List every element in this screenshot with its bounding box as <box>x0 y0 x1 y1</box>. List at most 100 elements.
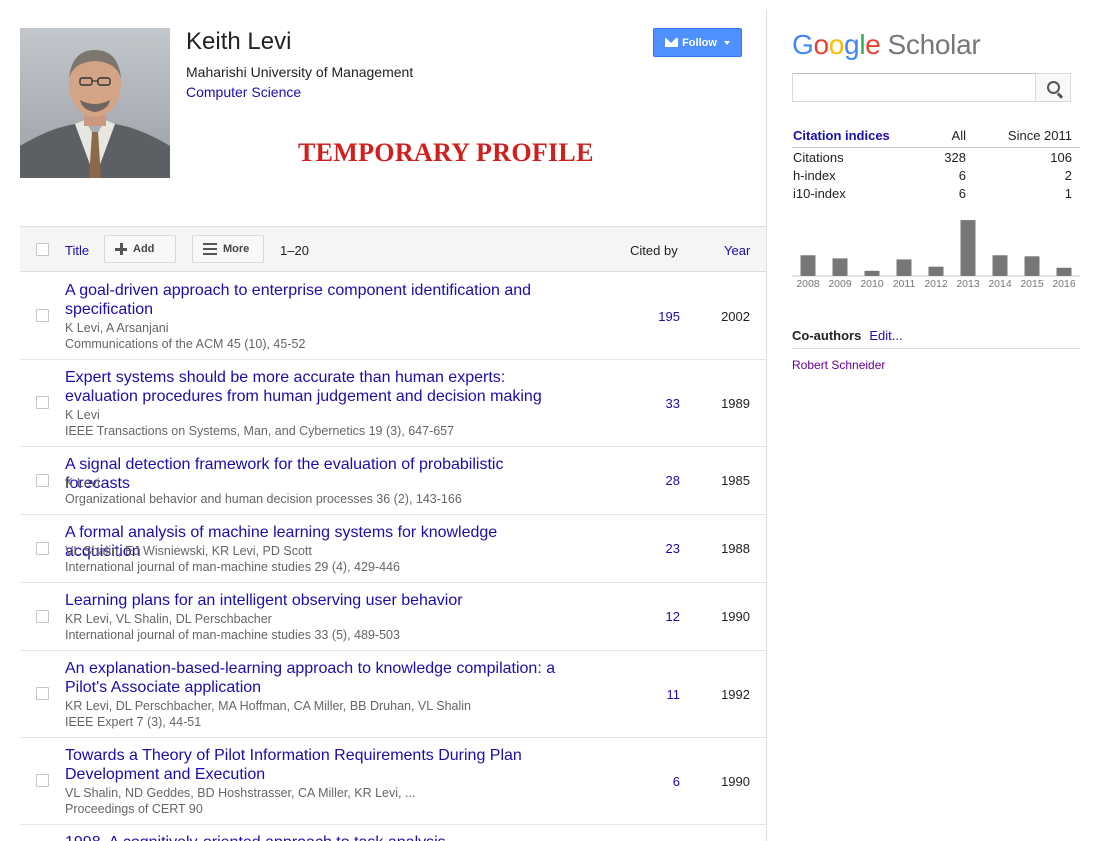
metric-label: Citations <box>793 150 844 165</box>
metric-label: h-index <box>793 168 836 183</box>
coauthor-link[interactable]: Robert Schneider <box>792 358 885 372</box>
chart-bar-2013[interactable] <box>960 220 976 276</box>
row-checkbox[interactable] <box>36 309 49 322</box>
article-title[interactable]: 1998. A cognitively-oriented approach to… <box>65 833 565 841</box>
table-row: An explanation-based-learning approach t… <box>20 651 766 738</box>
profile-field-link[interactable]: Computer Science <box>186 84 301 100</box>
chart-bar-2009[interactable] <box>832 258 848 276</box>
chart-bar-2016[interactable] <box>1056 267 1072 276</box>
logo-letter: o <box>828 29 845 60</box>
logo-letter: G <box>792 29 814 60</box>
article-year: 1989 <box>721 396 750 411</box>
articles-table-header: Title Add More 1–20 Cited by Year <box>20 226 766 272</box>
chart-bar-2014[interactable] <box>992 255 1008 276</box>
citation-indices-header: Citation indices All Since 2011 <box>792 127 1080 148</box>
cited-by-count[interactable]: 33 <box>640 396 680 411</box>
article-authors: VL Shalin, ND Geddes, BD Hoshstrasser, C… <box>65 786 416 800</box>
follow-label: Follow <box>682 36 717 49</box>
sort-by-title[interactable]: Title <box>65 243 89 258</box>
article-title[interactable]: An explanation-based-learning approach t… <box>65 659 565 697</box>
article-venue: IEEE Transactions on Systems, Man, and C… <box>65 424 455 438</box>
article-authors: K Levi <box>65 476 100 490</box>
table-row: A signal detection framework for the eva… <box>20 447 766 515</box>
edit-coauthors-link[interactable]: Edit... <box>869 328 902 343</box>
col-all-label: All <box>951 128 966 143</box>
article-authors: VL Shalin, EJ Wisniewski, KR Levi, PD Sc… <box>65 544 312 558</box>
chart-bar-2010[interactable] <box>864 270 880 276</box>
metric-all: 6 <box>958 186 966 201</box>
article-year: 1988 <box>721 541 750 556</box>
chart-tick-label: 2016 <box>1052 278 1076 290</box>
select-all-checkbox[interactable] <box>36 243 49 256</box>
metric-since: 106 <box>1050 150 1072 165</box>
chart-tick-label: 2011 <box>893 278 916 290</box>
article-range: 1–20 <box>280 243 309 258</box>
row-checkbox[interactable] <box>36 774 49 787</box>
search-input[interactable] <box>792 73 1036 102</box>
article-venue: Proceedings of CERT 90 <box>65 802 203 816</box>
article-authors: K Levi <box>65 408 100 422</box>
table-row: Towards a Theory of Pilot Information Re… <box>20 738 766 825</box>
citation-row-citations: Citations 328 106 <box>792 150 1080 168</box>
article-venue: Communications of the ACM 45 (10), 45-52 <box>65 337 306 351</box>
more-button[interactable]: More <box>192 235 264 263</box>
citation-row-i10-index: i10-index 6 1 <box>792 186 1080 204</box>
article-title[interactable]: Expert systems should be more accurate t… <box>65 368 565 406</box>
table-row: Learning plans for an intelligent observ… <box>20 583 766 651</box>
sort-by-year[interactable]: Year <box>724 243 750 258</box>
logo-scholar-text: Scholar <box>887 29 981 60</box>
cited-by-header: Cited by <box>630 243 678 258</box>
follow-button[interactable]: Follow <box>653 28 742 57</box>
profile-photo <box>20 28 170 178</box>
table-row: Expert systems should be more accurate t… <box>20 360 766 447</box>
chart-tick-label: 2015 <box>1020 278 1044 290</box>
metric-label: i10-index <box>793 186 846 201</box>
metric-all: 6 <box>958 168 966 183</box>
logo-letter: e <box>865 29 881 60</box>
article-title[interactable]: A goal-driven approach to enterprise com… <box>65 281 565 319</box>
cited-by-count[interactable]: 12 <box>640 609 680 624</box>
row-checkbox[interactable] <box>36 687 49 700</box>
article-title[interactable]: A signal detection framework for the eva… <box>65 455 565 493</box>
article-title[interactable]: Towards a Theory of Pilot Information Re… <box>65 746 565 784</box>
google-scholar-logo[interactable]: Google Scholar <box>792 29 981 61</box>
table-row: A formal analysis of machine learning sy… <box>20 515 766 583</box>
row-checkbox[interactable] <box>36 396 49 409</box>
table-row: 1998. A cognitively-oriented approach to… <box>20 825 766 841</box>
cited-by-count[interactable]: 28 <box>640 473 680 488</box>
article-venue: IEEE Expert 7 (3), 44-51 <box>65 715 202 729</box>
article-title[interactable]: Learning plans for an intelligent observ… <box>65 591 565 610</box>
metric-since: 1 <box>1064 186 1072 201</box>
plus-icon <box>115 243 127 255</box>
chart-bar-2012[interactable] <box>928 266 944 276</box>
article-authors: KR Levi, DL Perschbacher, MA Hoffman, CA… <box>65 699 471 713</box>
cited-by-count[interactable]: 23 <box>640 541 680 556</box>
row-checkbox[interactable] <box>36 474 49 487</box>
chart-bar-2008[interactable] <box>800 255 816 276</box>
add-button[interactable]: Add <box>104 235 176 263</box>
article-venue: Organizational behavior and human decisi… <box>65 492 462 506</box>
chart-tick-label: 2012 <box>924 278 948 290</box>
chart-tick-label: 2009 <box>828 278 852 290</box>
cited-by-count[interactable]: 195 <box>640 309 680 324</box>
chart-bar-2015[interactable] <box>1024 256 1040 276</box>
coauthors-label: Co-authors <box>792 328 862 343</box>
chart-tick-label: 2014 <box>988 278 1012 290</box>
cited-by-count[interactable]: 6 <box>640 774 680 789</box>
search-button[interactable] <box>1035 73 1071 102</box>
citation-indices-label: Citation indices <box>793 128 890 143</box>
more-label: More <box>223 243 250 255</box>
chart-bar-2011[interactable] <box>896 259 912 276</box>
article-venue: International journal of man-machine stu… <box>65 628 400 642</box>
cited-by-count[interactable]: 11 <box>640 687 681 702</box>
chart-tick-label: 2013 <box>956 278 980 290</box>
article-year: 1990 <box>721 774 750 789</box>
logo-letter: o <box>813 29 829 60</box>
profile-main: Keith Levi Maharishi University of Manag… <box>0 0 766 841</box>
col-since-label: Since 2011 <box>1007 128 1072 143</box>
article-year: 2002 <box>721 309 750 324</box>
search-icon <box>1047 81 1060 94</box>
row-checkbox[interactable] <box>36 542 49 555</box>
menu-icon <box>203 243 217 255</box>
row-checkbox[interactable] <box>36 610 49 623</box>
